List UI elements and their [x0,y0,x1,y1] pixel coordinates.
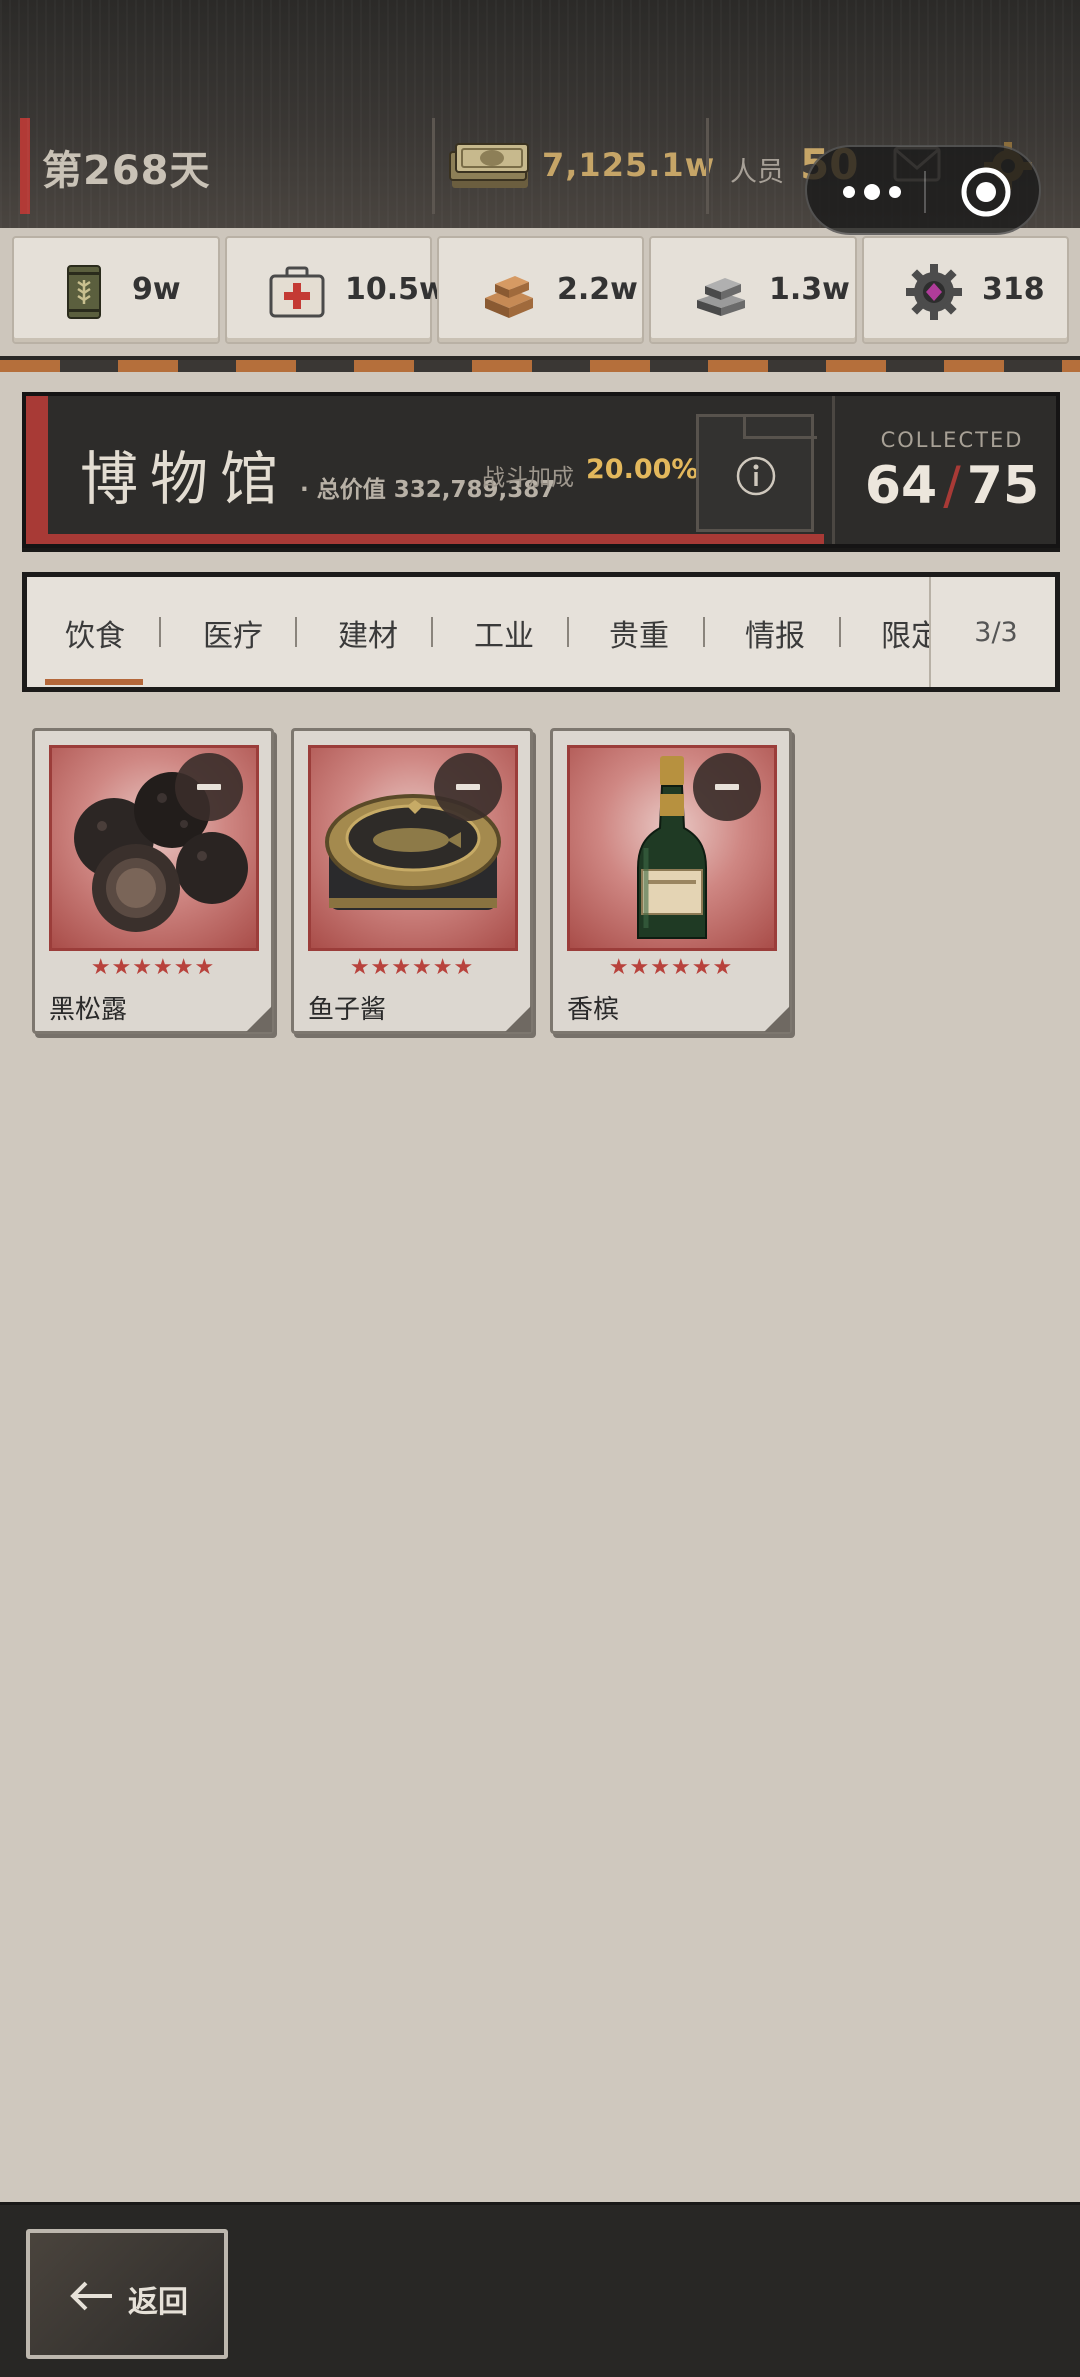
more-dots-icon[interactable] [837,172,907,212]
steel-ingot-icon [697,278,745,316]
tab-valuables[interactable]: 贵重 [609,611,669,655]
tab-separator [431,617,433,647]
close-mini-program-icon[interactable] [959,165,1013,219]
item-rating-stars: ★★★★★★ [608,955,734,980]
footer-bar: 返回 [0,2202,1080,2377]
tab-medical[interactable]: 医疗 [203,611,263,655]
cash-value: 7,125.1w [542,146,716,184]
resource-food[interactable]: 9w [12,236,220,344]
collected-total: 75 [966,456,1040,516]
collected-label: COLLECTED [880,428,1024,452]
collected-divider [832,396,835,544]
remove-item-button[interactable] [175,753,243,821]
header-divider [706,118,709,214]
tab-separator [567,617,569,647]
lumber-icon [485,276,533,318]
grain-can-icon [67,265,101,319]
resource-value: 9w [132,272,181,307]
collected-count: 64/75 [852,456,1052,516]
cash-stack-icon [449,143,529,188]
top-status-bar: 第268天 7,125.1w 人员 50 [0,0,1080,235]
tab-industry[interactable]: 工业 [474,611,534,655]
item-rating-stars: ★★★★★★ [90,955,216,980]
museum-header-panel: 博物馆 · 总价值 332,789,387 战斗加成 20.00% COLLEC… [22,392,1060,548]
resource-value: 1.3w [769,272,850,307]
mini-program-capsule [805,145,1041,235]
header-divider [432,118,435,214]
back-button[interactable]: 返回 [26,2229,228,2359]
day-accent-bar [20,118,30,214]
tab-materials[interactable]: 建材 [338,611,398,655]
info-button-tab [743,417,817,439]
page-indicator: 3/3 [974,617,1018,648]
resource-lumber[interactable]: 2.2w [437,236,644,344]
item-card[interactable]: ★★★★★★ 鱼子酱 [291,728,533,1034]
medkit-icon [269,266,325,318]
back-label: 返回 [128,2285,188,2320]
resource-value: 10.5w [345,272,447,307]
tab-food[interactable]: 饮食 [65,611,125,655]
panel-accent [26,534,824,544]
info-icon [736,456,776,496]
active-tab-indicator [45,679,143,685]
item-name: 香槟 [567,995,620,1025]
gear-gem-icon [906,264,962,320]
card-corner [505,1006,531,1032]
item-card[interactable]: ★★★★★★ 黑松露 [32,728,274,1034]
category-tab-bar: 饮食 医疗 建材 工业 贵重 情报 限定 3/3 [22,572,1060,692]
info-button[interactable] [696,414,817,532]
item-name: 黑松露 [49,995,128,1025]
hazard-stripe-divider [0,356,1080,372]
tab-separator [295,617,297,647]
remove-item-button[interactable] [693,753,761,821]
resource-value: 318 [982,272,1045,307]
tab-separator [703,617,705,647]
card-corner [764,1006,790,1032]
resource-steel[interactable]: 1.3w [649,236,857,344]
combat-bonus-label: 战斗加成 [482,465,574,491]
tab-separator [839,617,841,647]
page-title: 博物馆 [80,445,291,513]
day-counter: 第268天 [42,148,211,194]
tab-separator [159,617,161,647]
staff-label: 人员 [730,157,784,188]
item-rating-stars: ★★★★★★ [349,955,475,980]
resource-bar: 9w 10.5w 2.2w 1.3w 318 [0,228,1080,356]
panel-accent [26,396,48,544]
collected-slash: / [943,456,961,516]
item-name: 鱼子酱 [308,995,387,1025]
collected-number: 64 [864,456,938,516]
arrow-left-icon [70,2281,112,2311]
card-corner [246,1006,272,1032]
combat-bonus-value: 20.00% [586,454,699,485]
resource-medicine[interactable]: 10.5w [225,236,447,344]
remove-item-button[interactable] [434,753,502,821]
capsule-divider [924,171,926,213]
page-indicator-box[interactable]: 3/3 [929,577,1055,687]
tab-intel[interactable]: 情报 [745,611,805,655]
item-card[interactable]: ★★★★★★ 香槟 [550,728,792,1034]
resource-parts[interactable]: 318 [862,236,1069,344]
resource-value: 2.2w [557,272,638,307]
